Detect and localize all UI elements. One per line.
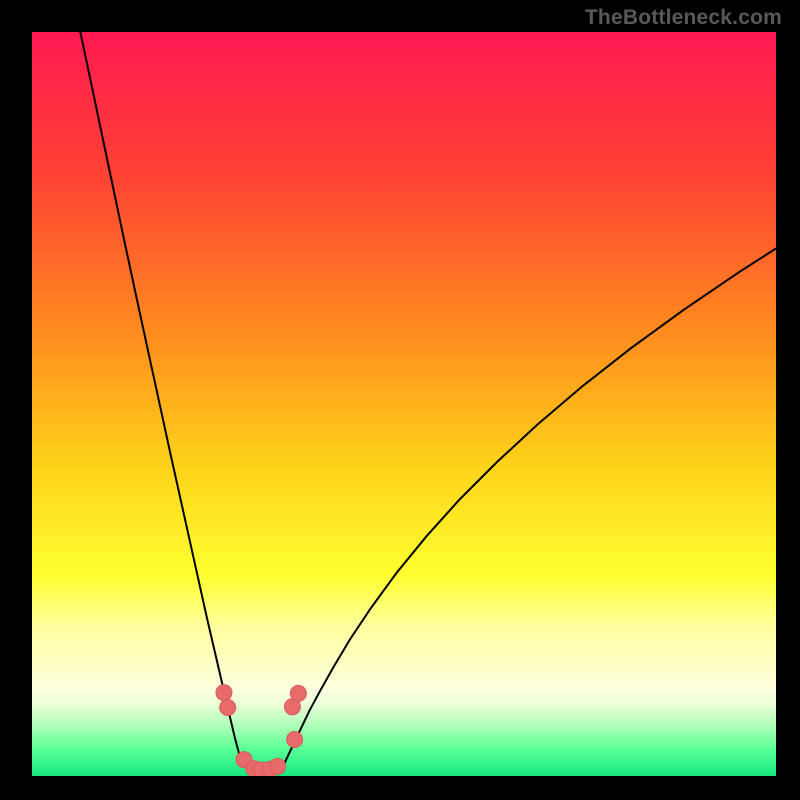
curve-marker [287, 732, 303, 748]
series-right-curve [281, 249, 776, 771]
plot-area [32, 32, 776, 776]
curve-marker [270, 758, 286, 774]
watermark-text: TheBottleneck.com [585, 6, 782, 30]
series-left-curve [80, 32, 240, 758]
curve-marker [290, 685, 306, 701]
bottleneck-curve [32, 32, 776, 776]
curve-marker [220, 700, 236, 716]
curve-marker [216, 685, 232, 701]
